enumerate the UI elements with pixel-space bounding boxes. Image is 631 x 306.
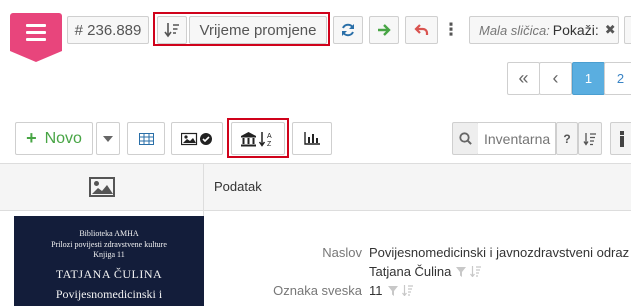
arrow-right-icon [378,24,391,36]
search-button[interactable] [452,122,479,155]
vertical-dots-icon[interactable]: ⋮ [443,16,460,44]
first-page-icon: « [518,68,529,88]
svg-text:Z: Z [267,141,272,147]
cover-volume: Knjiga 11 [93,250,125,259]
image-check-icon [181,132,212,145]
info-button[interactable] [610,122,631,155]
field-value-title: Povijesnomedicinski i javnozdravstveni o… [369,245,629,260]
image-icon [88,177,115,197]
svg-text:A: A [267,133,272,140]
record-cover-image[interactable]: Biblioteka AMHA Prilozi povijesti zdravs… [14,216,204,306]
sort-icon[interactable] [470,266,482,277]
main-menu-button[interactable] [10,13,62,62]
search-icon [459,132,472,145]
cover-subseries: Prilozi povijesti zdravstvene kulture [51,240,167,249]
hamburger-icon-bar [26,38,46,41]
record-id-badge: # 236.889 [67,16,149,44]
sort-descending-icon [164,23,179,38]
page-first-button[interactable]: « [507,62,540,95]
sort-icon [583,132,596,146]
image-view-button[interactable] [171,122,223,155]
cover-author: TATJANA ČULINA [55,267,163,281]
thumbnail-value: Pokaži: [552,22,599,38]
search-input[interactable] [478,122,556,155]
record-id-text: # 236.889 [74,21,142,39]
help-icon: ? [563,131,571,146]
caret-down-icon [103,135,113,142]
author-text: Tatjana Čulina [369,264,452,279]
undo-icon [413,24,428,35]
field-label-title: Naslov [322,245,362,260]
field-value-call-number: 11 [369,283,413,298]
refresh-button[interactable] [333,16,363,44]
close-icon[interactable]: ✖ [605,22,616,38]
plus-icon: + [26,128,37,148]
prev-page-icon: ‹ [552,68,559,88]
sort-field-label: Vrijeme promjene [199,21,317,39]
page-number: 2 [616,71,625,86]
hamburger-icon [26,24,46,27]
field-value-author: Tatjana Čulina [369,264,482,279]
filter-icon[interactable] [456,266,467,277]
forward-button[interactable] [369,16,399,44]
thumbnail-toggle[interactable]: Mala sličica: Pokaži: ✖ [469,16,619,44]
cover-title: Povijesnomedicinski i [55,287,163,301]
sort-icon[interactable] [401,285,413,296]
page-number: 1 [584,71,593,86]
institution-sort-button[interactable]: A Z [231,122,285,155]
refresh-icon [342,23,354,37]
sort-field-button[interactable]: Vrijeme promjene [189,16,327,44]
chart-button[interactable] [292,122,332,155]
page-button-1[interactable]: 1 [572,62,605,95]
search-help-button[interactable]: ? [556,122,578,155]
page-button-2[interactable]: 2 [604,62,631,95]
page-prev-button[interactable]: ‹ [539,62,572,95]
thumbnail-label: Mala sličica: [479,22,550,38]
new-record-dropdown-button[interactable] [96,122,120,155]
data-column-header: Podatak [214,179,262,194]
title-text: Povijesnomedicinski i javnozdravstveni o… [369,245,630,260]
new-record-button[interactable]: + Novo [15,122,93,155]
image-column-header [0,163,203,211]
table-view-button[interactable] [127,122,165,155]
table-icon [138,132,154,145]
search-sort-button[interactable] [578,122,602,155]
new-record-label: Novo [44,129,82,147]
hamburger-icon-bar [26,31,46,34]
bar-chart-icon [304,132,320,145]
call-number-text: 11 [369,283,383,298]
cover-series: Biblioteka AMHA [79,229,139,238]
extra-toolbar-button[interactable] [624,16,631,44]
undo-button[interactable] [405,16,438,44]
field-label-call-number: Oznaka sveska [273,283,362,298]
info-icon [620,130,624,147]
institution-sort-az-icon: A Z [241,131,272,147]
sort-order-button[interactable] [157,16,187,44]
filter-icon[interactable] [387,285,398,296]
